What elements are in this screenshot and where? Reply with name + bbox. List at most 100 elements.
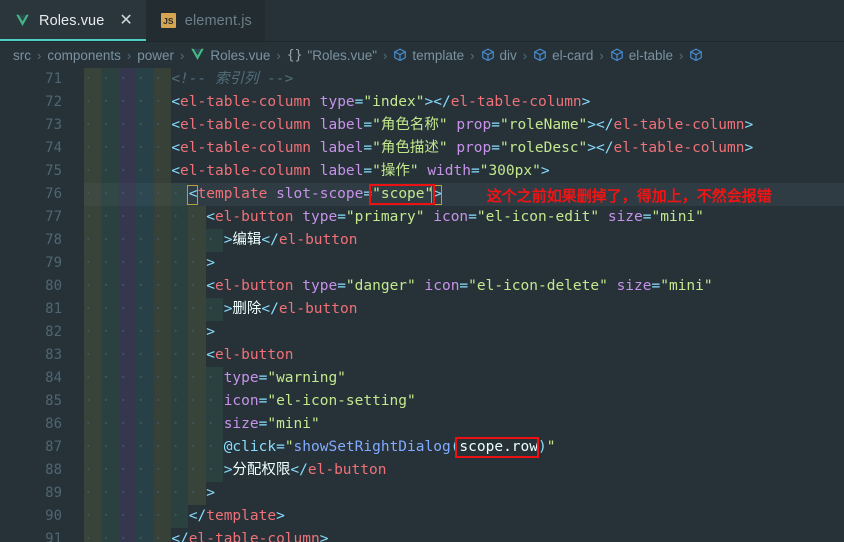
code-editor[interactable]: 71 72 73 74 75 76 77 78 79 80 81 82 83 84 85 86 87 88 89 90… bbox=[0, 68, 844, 542]
breadcrumb-item-components[interactable]: components bbox=[47, 48, 121, 63]
tab-element-js[interactable]: JS element.js bbox=[145, 0, 265, 41]
code-line[interactable]: · · · · · · · > bbox=[84, 252, 844, 275]
chevron-right-icon: › bbox=[599, 47, 604, 63]
cube-icon bbox=[481, 48, 495, 62]
code-line-text: · · · · · · · > bbox=[84, 324, 215, 340]
code-line[interactable]: · · · · · · · <el-button type="danger" i… bbox=[84, 275, 844, 298]
code-line-text: · · · · · <el-table-column label="角色名称" … bbox=[84, 117, 754, 133]
code-line[interactable]: · · · · · </el-table-column> bbox=[84, 528, 844, 542]
line-number: 73 bbox=[45, 117, 62, 133]
code-line-text: · · · · · · · · icon="el-icon-setting" bbox=[84, 393, 416, 409]
breadcrumb-item-template[interactable]: template bbox=[393, 48, 464, 63]
line-number: 86 bbox=[45, 416, 62, 432]
js-icon: JS bbox=[160, 13, 176, 28]
code-line-text: · · · · · · · > bbox=[84, 255, 215, 271]
code-line[interactable]: · · · · · <el-table-column type="index">… bbox=[84, 91, 844, 114]
breadcrumb: src › components › power › Roles.vue › {… bbox=[0, 42, 844, 68]
code-line[interactable]: · · · · · · · > bbox=[84, 482, 844, 505]
cube-icon bbox=[610, 48, 624, 62]
breadcrumb-item-src[interactable]: src bbox=[13, 48, 31, 63]
code-line[interactable]: · · · · · · · · >删除</el-button bbox=[84, 298, 844, 321]
code-line-text: · · · · · · · · >删除</el-button bbox=[84, 301, 358, 317]
chevron-right-icon: › bbox=[180, 47, 185, 63]
line-number: 90 bbox=[45, 508, 62, 524]
code-line[interactable]: · · · · · · · · icon="el-icon-setting" bbox=[84, 390, 844, 413]
code-line[interactable]: · · · · · <el-table-column label="操作" wi… bbox=[84, 160, 844, 183]
line-number: 71 bbox=[45, 71, 62, 87]
code-line-text: · · · · · · · · >分配权限</el-button bbox=[84, 462, 387, 478]
cube-icon bbox=[689, 48, 703, 62]
line-number: 72 bbox=[45, 94, 62, 110]
line-number: 77 bbox=[45, 209, 62, 225]
breadcrumb-label: el-table bbox=[628, 47, 673, 63]
line-number: 85 bbox=[45, 393, 62, 409]
code-line[interactable]: · · · · · · · <el-button bbox=[84, 344, 844, 367]
code-line[interactable]: · · · · · <el-table-column label="角色名称" … bbox=[84, 114, 844, 137]
breadcrumb-label: Roles.vue bbox=[210, 47, 271, 63]
line-number: 84 bbox=[45, 370, 62, 386]
code-line-text: · · · · · <el-table-column type="index">… bbox=[84, 94, 591, 110]
breadcrumb-item-roles-vue-symbol[interactable]: {} "Roles.vue" bbox=[287, 48, 377, 63]
chevron-right-icon: › bbox=[276, 47, 281, 63]
line-number: 75 bbox=[45, 163, 62, 179]
breadcrumb-item-el-card[interactable]: el-card bbox=[533, 48, 593, 63]
code-line[interactable]: · · · · · · · · @click="showSetRightDial… bbox=[84, 436, 844, 459]
close-icon[interactable]: ✕ bbox=[119, 12, 132, 29]
chevron-right-icon: › bbox=[522, 47, 528, 63]
breadcrumb-label: "Roles.vue" bbox=[307, 47, 378, 63]
vue-icon bbox=[190, 48, 205, 62]
breadcrumb-label: components bbox=[47, 47, 121, 63]
line-number: 81 bbox=[45, 301, 62, 317]
breadcrumb-item-div[interactable]: div bbox=[481, 48, 517, 63]
code-line-text: · · · · · </el-table-column> bbox=[84, 531, 329, 542]
chevron-right-icon: › bbox=[126, 47, 132, 63]
code-line-text: · · · · · <!-- 索引列 --> bbox=[84, 71, 294, 87]
line-number: 89 bbox=[45, 485, 62, 501]
line-number: 74 bbox=[45, 140, 62, 156]
breadcrumb-item-roles-vue[interactable]: Roles.vue bbox=[190, 48, 270, 63]
line-number: 91 bbox=[45, 531, 62, 542]
breadcrumb-item-el-table[interactable]: el-table bbox=[610, 48, 673, 63]
breadcrumb-item-overflow[interactable] bbox=[689, 48, 703, 62]
annotation-note-text: 这个之前如果删掉了，得加上，不然会报错 bbox=[486, 188, 772, 205]
code-line[interactable]: · · · · · <el-table-column label="角色描述" … bbox=[84, 137, 844, 160]
code-line-text: · · · · · · · · @click="showSetRightDial… bbox=[84, 439, 556, 455]
line-number: 83 bbox=[45, 347, 62, 363]
code-line[interactable]: · · · · · · · · type="warning" bbox=[84, 367, 844, 390]
breadcrumb-item-power[interactable]: power bbox=[137, 48, 174, 63]
tab-label: element.js bbox=[184, 12, 252, 29]
line-number: 88 bbox=[45, 462, 62, 478]
code-line[interactable]: · · · · · · </template> bbox=[84, 505, 844, 528]
chevron-right-icon: › bbox=[37, 47, 42, 63]
code-line[interactable]: · · · · · · · > bbox=[84, 321, 844, 344]
code-line[interactable]: · · · · · <!-- 索引列 --> bbox=[84, 68, 844, 91]
line-number: 76 bbox=[45, 186, 62, 202]
code-line[interactable]: · · · · · · · <el-button type="primary" … bbox=[84, 206, 844, 229]
tab-roles-vue[interactable]: Roles.vue ✕ bbox=[0, 0, 146, 41]
chevron-right-icon: › bbox=[383, 47, 388, 63]
code-line-text: · · · · · <el-table-column label="操作" wi… bbox=[84, 163, 550, 179]
code-line-text: · · · · · · · <el-button bbox=[84, 347, 294, 363]
code-line-text: · · · · · · · · size="mini" bbox=[84, 416, 320, 432]
code-area[interactable]: · · · · · <!-- 索引列 --> · · · · · <el-tabl… bbox=[84, 68, 844, 542]
line-number: 82 bbox=[45, 324, 62, 340]
code-line-text: · · · · · · · <el-button type="danger" i… bbox=[84, 278, 713, 294]
code-line-text: · · · · · · · · >编辑</el-button bbox=[84, 232, 358, 248]
tab-bar: Roles.vue ✕ JS element.js bbox=[0, 0, 844, 42]
code-line[interactable]: · · · · · · · · >分配权限</el-button bbox=[84, 459, 844, 482]
line-number: 87 bbox=[45, 439, 62, 455]
line-number: 79 bbox=[45, 255, 62, 271]
cube-icon bbox=[393, 48, 407, 62]
breadcrumb-label: template bbox=[412, 47, 465, 63]
code-line-text: · · · · · · · · type="warning" bbox=[84, 370, 346, 386]
breadcrumb-label: el-card bbox=[552, 47, 594, 63]
code-line-text: · · · · · <el-table-column label="角色描述" … bbox=[84, 140, 754, 156]
line-number: 80 bbox=[45, 278, 62, 294]
vue-icon bbox=[15, 14, 30, 28]
breadcrumb-label: power bbox=[137, 47, 175, 63]
code-line[interactable]: · · · · · · · · size="mini" bbox=[84, 413, 844, 436]
line-number: 78 bbox=[45, 232, 62, 248]
code-line-text: · · · · · · </template> bbox=[84, 508, 285, 524]
code-line[interactable]: · · · · · · · · >编辑</el-button bbox=[84, 229, 844, 252]
chevron-right-icon: › bbox=[470, 47, 475, 63]
